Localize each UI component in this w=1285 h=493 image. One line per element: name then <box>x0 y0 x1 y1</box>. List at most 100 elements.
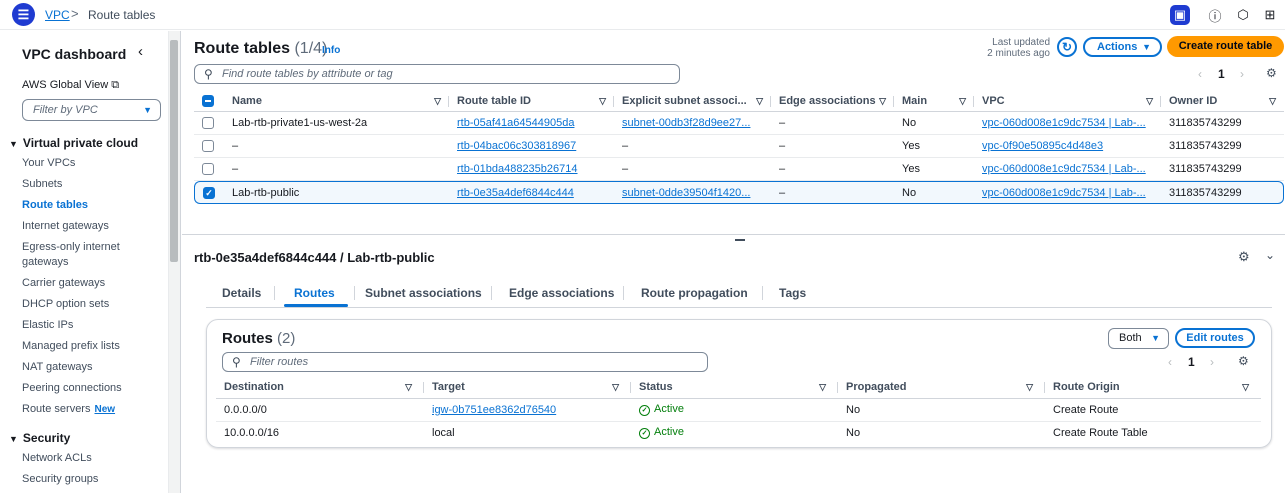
sidebar-item-security-groups[interactable]: Security groups <box>22 472 152 487</box>
sidebar-item-your-vpcs[interactable]: Your VPCs <box>22 156 152 171</box>
previous-page-icon[interactable]: ‹ <box>1198 67 1202 81</box>
sort-icon[interactable]: ▽ <box>1026 382 1033 393</box>
sidebar-item-dhcp-option-sets[interactable]: DHCP option sets <box>22 297 152 312</box>
sort-icon[interactable]: ▽ <box>434 96 441 107</box>
tab-tags[interactable]: Tags <box>779 286 806 300</box>
route-filter-select[interactable]: Both ▼ <box>1108 328 1169 349</box>
tab-routes[interactable]: Routes <box>294 286 335 300</box>
page-number[interactable]: 1 <box>1218 67 1225 81</box>
column-header-destination[interactable]: Destination ▽ <box>216 376 424 399</box>
row-checkbox[interactable] <box>202 117 214 130</box>
sort-icon[interactable]: ▽ <box>819 382 826 393</box>
sidebar-item-managed-prefix-lists[interactable]: Managed prefix lists <box>22 339 152 354</box>
sidebar-scrollbar-thumb[interactable] <box>170 40 178 262</box>
route-table-id-link[interactable]: rtb-0e35a4def6844c444 <box>457 187 574 199</box>
subnet-link[interactable]: subnet-0dde39504f1420... <box>622 187 750 199</box>
column-header-name[interactable]: Name ▽ <box>224 91 449 112</box>
sort-icon[interactable]: ▽ <box>599 96 606 107</box>
detail-split-panel: rtb-0e35a4def6844c444 / Lab-rtb-public ⚙… <box>182 234 1285 493</box>
menu-icon[interactable]: ☰ <box>12 3 35 26</box>
sidebar-item-nat-gateways[interactable]: NAT gateways <box>22 360 152 375</box>
column-header-status[interactable]: Status ▽ <box>631 376 838 399</box>
vpc-link[interactable]: vpc-060d008e1c9dc7534 | Lab-... <box>982 117 1146 129</box>
sort-icon[interactable]: ▽ <box>879 96 886 107</box>
info-link[interactable]: Info <box>322 45 340 56</box>
close-sidebar-icon[interactable]: ‹ <box>138 43 143 60</box>
chevron-down-icon[interactable]: ⌄ <box>1265 248 1275 262</box>
table-row[interactable]: Lab-rtb-private1-us-west-2a rtb-05af41a6… <box>194 112 1284 135</box>
sort-icon[interactable]: ▽ <box>1146 96 1153 107</box>
row-checkbox[interactable] <box>202 163 214 176</box>
breadcrumb-vpc-link[interactable]: VPC <box>45 8 70 22</box>
sidebar-item-peering-connections[interactable]: Peering connections <box>22 381 152 396</box>
next-page-icon[interactable]: › <box>1210 355 1214 369</box>
tab-details[interactable]: Details <box>222 286 261 300</box>
route-table-id-link[interactable]: rtb-01bda488235b26714 <box>457 163 578 175</box>
column-header-vpc[interactable]: VPC ▽ <box>974 91 1161 112</box>
table-settings-icon[interactable]: ⚙ <box>1266 66 1277 80</box>
panel-icon[interactable]: ▣ <box>1170 5 1190 25</box>
column-header-route-table-id[interactable]: Route table ID ▽ <box>449 91 614 112</box>
sidebar-title[interactable]: VPC dashboard <box>22 46 126 62</box>
sort-icon[interactable]: ▽ <box>959 96 966 107</box>
sort-icon[interactable]: ▽ <box>405 382 412 393</box>
sidebar-item-global-view[interactable]: AWS Global View ⧉ <box>22 79 119 92</box>
last-updated-text: Last updated 2 minutes ago <box>987 37 1050 59</box>
table-row[interactable]: – rtb-01bda488235b26714 – – Yes vpc-060d… <box>194 158 1284 181</box>
sort-icon[interactable]: ▽ <box>612 382 619 393</box>
table-row[interactable]: – rtb-04bac06c303818967 – – Yes vpc-0f90… <box>194 135 1284 158</box>
sort-icon[interactable]: ▽ <box>1269 96 1276 107</box>
edit-routes-button[interactable]: Edit routes <box>1175 328 1255 348</box>
column-header-owner-id[interactable]: Owner ID ▽ <box>1161 91 1284 112</box>
cell-edge: – <box>771 158 894 181</box>
sidebar-section-vpc[interactable]: ▼ Virtual private cloud <box>9 136 138 150</box>
search-input[interactable]: ⚲ Find route tables by attribute or tag <box>194 64 680 84</box>
select-all-checkbox[interactable] <box>194 91 224 112</box>
filter-routes-input[interactable]: ⚲ Filter routes <box>222 352 708 372</box>
vpc-link[interactable]: vpc-060d008e1c9dc7534 | Lab-... <box>982 163 1146 175</box>
column-header-propagated[interactable]: Propagated ▽ <box>838 376 1045 399</box>
row-checkbox[interactable] <box>202 140 214 153</box>
refresh-icon[interactable]: ↻ <box>1057 37 1077 57</box>
table-settings-icon[interactable]: ⚙ <box>1238 354 1249 368</box>
sidebar-item-route-servers[interactable]: Route servers New <box>22 402 152 417</box>
sidebar-section-security[interactable]: ▼ Security <box>9 431 70 445</box>
subnet-link[interactable]: subnet-00db3f28d9ee27... <box>622 117 750 129</box>
page-number[interactable]: 1 <box>1188 355 1195 369</box>
feedback-icon[interactable]: ⊞ <box>1260 5 1280 25</box>
filter-by-vpc-select[interactable]: Filter by VPC ▼ <box>22 99 161 121</box>
cell-destination: 10.0.0.0/16 <box>224 426 280 439</box>
info-icon[interactable]: ⓘ <box>1205 5 1225 25</box>
route-table-id-link[interactable]: rtb-05af41a64544905da <box>457 117 574 129</box>
column-header-main[interactable]: Main ▽ <box>894 91 974 112</box>
sidebar-item-network-acls[interactable]: Network ACLs <box>22 451 152 466</box>
create-route-table-button[interactable]: Create route table <box>1167 36 1284 57</box>
column-header-subnet-associations[interactable]: Explicit subnet associ... ▽ <box>614 91 771 112</box>
column-header-route-origin[interactable]: Route Origin ▽ <box>1045 376 1261 399</box>
route-table-id-link[interactable]: rtb-04bac06c303818967 <box>457 140 576 152</box>
table-row-selected[interactable]: ✓ Lab-rtb-public rtb-0e35a4def6844c444 s… <box>194 181 1284 204</box>
column-header-target[interactable]: Target ▽ <box>424 376 631 399</box>
sidebar-item-internet-gateways[interactable]: Internet gateways <box>22 219 152 234</box>
actions-button[interactable]: Actions ▼ <box>1083 37 1162 57</box>
tab-subnet-associations[interactable]: Subnet associations <box>365 286 482 300</box>
next-page-icon[interactable]: › <box>1240 67 1244 81</box>
resize-handle[interactable] <box>735 239 745 241</box>
column-header-edge-associations[interactable]: Edge associations ▽ <box>771 91 894 112</box>
previous-page-icon[interactable]: ‹ <box>1168 355 1172 369</box>
sort-icon[interactable]: ▽ <box>756 96 763 107</box>
sidebar-item-route-tables[interactable]: Route tables <box>22 198 152 213</box>
vpc-link[interactable]: vpc-060d008e1c9dc7534 | Lab-... <box>982 187 1146 199</box>
target-link[interactable]: igw-0b751ee8362d76540 <box>432 404 556 416</box>
row-checkbox-checked[interactable]: ✓ <box>203 186 215 199</box>
sidebar-item-carrier-gateways[interactable]: Carrier gateways <box>22 276 152 291</box>
tab-route-propagation[interactable]: Route propagation <box>641 286 748 300</box>
settings-icon[interactable]: ⚙ <box>1238 249 1250 265</box>
sort-icon[interactable]: ▽ <box>1242 382 1249 393</box>
vpc-link[interactable]: vpc-0f90e50895c4d48e3 <box>982 140 1103 152</box>
tab-edge-associations[interactable]: Edge associations <box>509 286 614 300</box>
sidebar-item-elastic-ips[interactable]: Elastic IPs <box>22 318 152 333</box>
sidebar-item-egress-only-gateways[interactable]: Egress-only internet gateways <box>22 240 132 270</box>
sidebar-item-subnets[interactable]: Subnets <box>22 177 152 192</box>
settings-icon[interactable]: ⬡ <box>1233 5 1253 25</box>
